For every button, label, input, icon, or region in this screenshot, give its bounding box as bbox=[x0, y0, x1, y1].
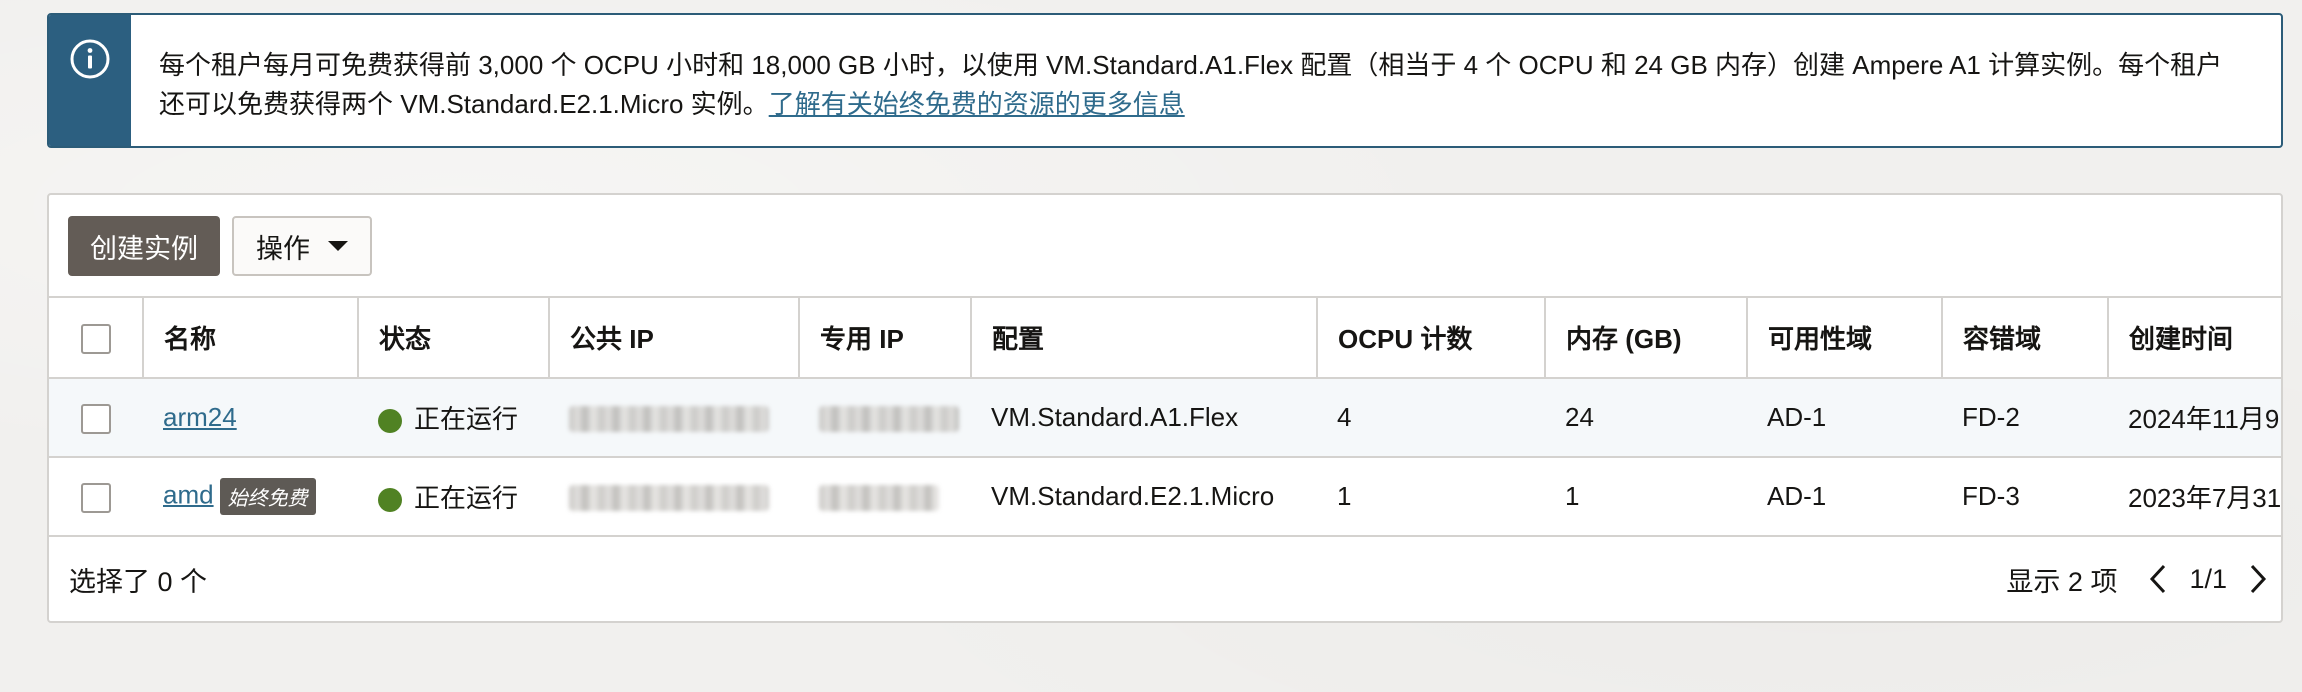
next-page-button[interactable] bbox=[2243, 561, 2273, 597]
private-ip-cell bbox=[799, 456, 971, 537]
column-header-created[interactable]: 创建时间 bbox=[2108, 296, 2281, 379]
public-ip-cell bbox=[549, 377, 799, 458]
fault-domain-cell: FD-2 bbox=[1942, 377, 2108, 458]
redacted-public-ip bbox=[569, 485, 769, 512]
status-text: 正在运行 bbox=[414, 404, 519, 434]
availability-domain-cell: AD-1 bbox=[1747, 377, 1942, 458]
status-cell: 正在运行 bbox=[358, 456, 549, 537]
select-all-cell bbox=[49, 296, 144, 379]
column-header-private-ip[interactable]: 专用 IP bbox=[799, 296, 972, 379]
chevron-left-icon bbox=[2150, 564, 2166, 594]
banner-text: 每个租户每月可免费获得前 3,000 个 OCPU 小时和 18,000 GB … bbox=[159, 50, 2223, 119]
banner-message: 每个租户每月可免费获得前 3,000 个 OCPU 小时和 18,000 GB … bbox=[131, 15, 2281, 146]
page-indicator: 1/1 bbox=[2189, 563, 2227, 594]
column-header-memory[interactable]: 内存 (GB) bbox=[1545, 296, 1748, 379]
row-checkbox[interactable] bbox=[81, 482, 111, 513]
select-all-checkbox[interactable] bbox=[80, 323, 111, 354]
instances-panel: 创建实例 操作 名称 状态 公共 IP 专用 IP 配置 OCPU 计数 内存 … bbox=[47, 193, 2283, 623]
actions-label: 操作 bbox=[256, 233, 310, 264]
status-running-icon bbox=[378, 409, 402, 434]
always-free-learn-more-link[interactable]: 了解有关始终免费的资源的更多信息 bbox=[769, 89, 1185, 119]
instances-table: 名称 状态 公共 IP 专用 IP 配置 OCPU 计数 内存 (GB) 可用性… bbox=[49, 296, 2281, 537]
column-header-status[interactable]: 状态 bbox=[358, 296, 550, 379]
items-count: 显示 2 项 bbox=[2006, 566, 2118, 597]
instance-name-link[interactable]: arm24 bbox=[163, 402, 237, 432]
redacted-private-ip bbox=[819, 485, 939, 512]
banner-icon-strip bbox=[49, 15, 131, 146]
chevron-down-icon bbox=[328, 241, 348, 251]
create-instance-button[interactable]: 创建实例 bbox=[68, 216, 220, 276]
row-select-cell bbox=[49, 456, 143, 537]
created-cell: 2024年11月9 bbox=[2108, 377, 2281, 458]
ocpu-cell: 1 bbox=[1317, 456, 1545, 537]
status-cell: 正在运行 bbox=[358, 377, 549, 458]
pagination: 显示 2 项 1/1 bbox=[2006, 560, 2273, 599]
private-ip-cell bbox=[799, 377, 971, 458]
shape-cell: VM.Standard.A1.Flex bbox=[971, 377, 1317, 458]
column-header-ocpu-count[interactable]: OCPU 计数 bbox=[1317, 296, 1546, 379]
memory-cell: 24 bbox=[1545, 377, 1747, 458]
memory-cell: 1 bbox=[1545, 456, 1747, 537]
shape-cell: VM.Standard.E2.1.Micro bbox=[971, 456, 1317, 537]
actions-dropdown-button[interactable]: 操作 bbox=[232, 216, 372, 276]
availability-domain-cell: AD-1 bbox=[1747, 456, 1942, 537]
instance-name-link[interactable]: amd bbox=[163, 479, 214, 509]
always-free-badge: 始终免费 bbox=[219, 478, 316, 515]
public-ip-cell bbox=[549, 456, 799, 537]
redacted-public-ip bbox=[569, 406, 769, 433]
table-row: arm24 正在运行 VM.Standard.A1.Flex 4 24 AD-1… bbox=[49, 377, 2281, 458]
chevron-right-icon bbox=[2250, 564, 2267, 594]
info-banner: 每个租户每月可免费获得前 3,000 个 OCPU 小时和 18,000 GB … bbox=[47, 13, 2283, 148]
instance-name-cell: arm24 bbox=[143, 377, 358, 458]
selected-count: 选择了 0 个 bbox=[69, 566, 208, 597]
column-header-shape[interactable]: 配置 bbox=[971, 296, 1318, 379]
instance-name-cell: amd 始终免费 bbox=[143, 456, 358, 537]
column-header-availability-domain[interactable]: 可用性域 bbox=[1747, 296, 1943, 379]
toolbar: 创建实例 操作 bbox=[68, 216, 372, 276]
table-footer: 选择了 0 个 显示 2 项 1/1 bbox=[49, 538, 2281, 620]
ocpu-cell: 4 bbox=[1317, 377, 1545, 458]
table-row: amd 始终免费 正在运行 VM.Standard.E2.1.Micro 1 1 … bbox=[49, 456, 2281, 537]
status-running-icon bbox=[378, 488, 402, 513]
redacted-private-ip bbox=[819, 406, 959, 433]
table-header-row: 名称 状态 公共 IP 专用 IP 配置 OCPU 计数 内存 (GB) 可用性… bbox=[49, 296, 2281, 379]
row-checkbox[interactable] bbox=[81, 403, 111, 434]
status-text: 正在运行 bbox=[414, 483, 519, 513]
column-header-name[interactable]: 名称 bbox=[143, 296, 359, 379]
column-header-public-ip[interactable]: 公共 IP bbox=[549, 296, 800, 379]
column-header-fault-domain[interactable]: 容错域 bbox=[1942, 296, 2109, 379]
info-icon bbox=[70, 39, 110, 79]
created-cell: 2023年7月31 bbox=[2108, 456, 2281, 537]
row-select-cell bbox=[49, 377, 143, 458]
fault-domain-cell: FD-3 bbox=[1942, 456, 2108, 537]
previous-page-button[interactable] bbox=[2143, 561, 2173, 597]
